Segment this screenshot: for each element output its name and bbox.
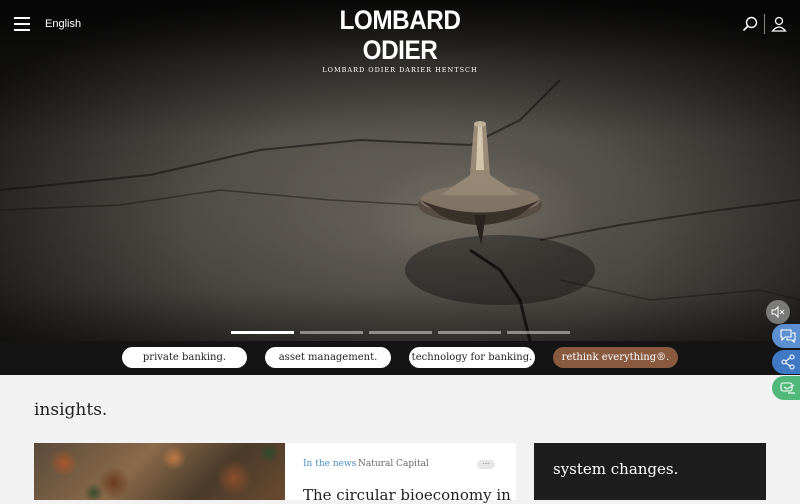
logo-subline: LOMBARD ODIER DARIER HENTSCH	[322, 66, 478, 74]
header-divider	[764, 14, 765, 34]
more-options-button[interactable]: ···	[477, 460, 495, 469]
tab-rethink-everything[interactable]: rethink everything®.	[553, 347, 678, 368]
contact-icon	[780, 382, 795, 394]
lombard-odier-logo[interactable]: LOMBARD ODIER LOMBARD ODIER DARIER HENTS…	[300, 5, 500, 74]
slide-indicator-4[interactable]	[438, 331, 501, 334]
business-tabs-bar: private banking. asset management. techn…	[0, 341, 800, 375]
slide-indicator-3[interactable]	[369, 331, 432, 334]
dark-card-title: system changes.	[553, 460, 679, 478]
contact-button[interactable]	[772, 376, 800, 400]
logo-wordmark: LOMBARD ODIER	[339, 5, 461, 65]
insight-dark-card[interactable]: system changes.	[534, 443, 766, 500]
hero-video: English LOMBARD ODIER LOMBARD ODIER DARI…	[0, 0, 800, 341]
slide-indicator-1[interactable]	[231, 331, 294, 334]
tab-asset-management[interactable]: asset management.	[265, 347, 391, 368]
language-selector[interactable]: English	[45, 18, 81, 30]
insight-card[interactable]: In the news · Natural Capital ··· The ci…	[285, 443, 516, 504]
hamburger-menu-icon[interactable]	[14, 17, 30, 31]
chat-button[interactable]	[772, 324, 800, 348]
card-category-link[interactable]: In the news	[303, 459, 356, 469]
chat-icon	[780, 329, 796, 344]
insights-heading: insights.	[34, 400, 108, 420]
tab-technology-for-banking[interactable]: technology for banking.	[409, 347, 535, 368]
slide-indicator-5[interactable]	[507, 331, 570, 334]
share-icon	[781, 354, 795, 370]
insight-card-image[interactable]	[34, 443, 285, 500]
share-button[interactable]	[772, 350, 800, 374]
top-navigation: English LOMBARD ODIER LOMBARD ODIER DARI…	[0, 0, 800, 74]
mute-button[interactable]	[766, 300, 790, 324]
search-icon[interactable]	[742, 16, 758, 32]
speaker-muted-icon	[771, 306, 785, 318]
tab-private-banking[interactable]: private banking.	[122, 347, 247, 368]
card-title[interactable]: The circular bioeconomy in	[303, 486, 511, 504]
user-account-icon[interactable]	[771, 16, 787, 32]
card-tag-separator: ·	[351, 459, 354, 469]
card-topic-tag[interactable]: Natural Capital	[358, 459, 429, 469]
slide-indicator-2[interactable]	[300, 331, 363, 334]
